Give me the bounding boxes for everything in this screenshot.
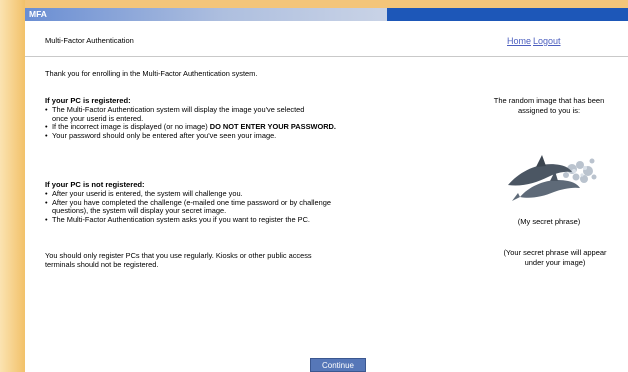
titlebar-fill (387, 8, 628, 21)
app-name: Multi-Factor Authentication (45, 36, 134, 45)
list-item: Your password should only be entered aft… (45, 131, 336, 141)
continue-button[interactable]: Continue (310, 358, 366, 372)
dolphin-image (508, 155, 597, 201)
content-panel: Multi-Factor Authentication Home Logout … (25, 21, 628, 372)
logout-link[interactable]: Logout (533, 36, 561, 46)
window-titlebar: MFA (25, 8, 628, 21)
header-row: Multi-Factor Authentication Home Logout (25, 21, 628, 57)
left-strip (0, 0, 25, 372)
intro-text: Thank you for enrolling in the Multi-Fac… (45, 69, 258, 78)
home-link[interactable]: Home (507, 36, 531, 46)
image-caption: The random image that has been assigned … (493, 96, 605, 115)
registration-note: You should only register PCs that you us… (45, 251, 312, 269)
secret-phrase-note: (Your secret phrase will appear under yo… (503, 248, 607, 267)
list-item: The Multi-Factor Authentication system a… (45, 215, 331, 225)
registered-list: The Multi-Factor Authentication system w… (45, 105, 336, 141)
list-item: After you have completed the challenge (… (45, 198, 331, 216)
secret-phrase: (My secret phrase) (517, 217, 581, 226)
window-title: MFA (25, 8, 387, 21)
list-item: The Multi-Factor Authentication system w… (45, 105, 336, 123)
not-registered-list: After your userid is entered, the system… (45, 189, 331, 225)
